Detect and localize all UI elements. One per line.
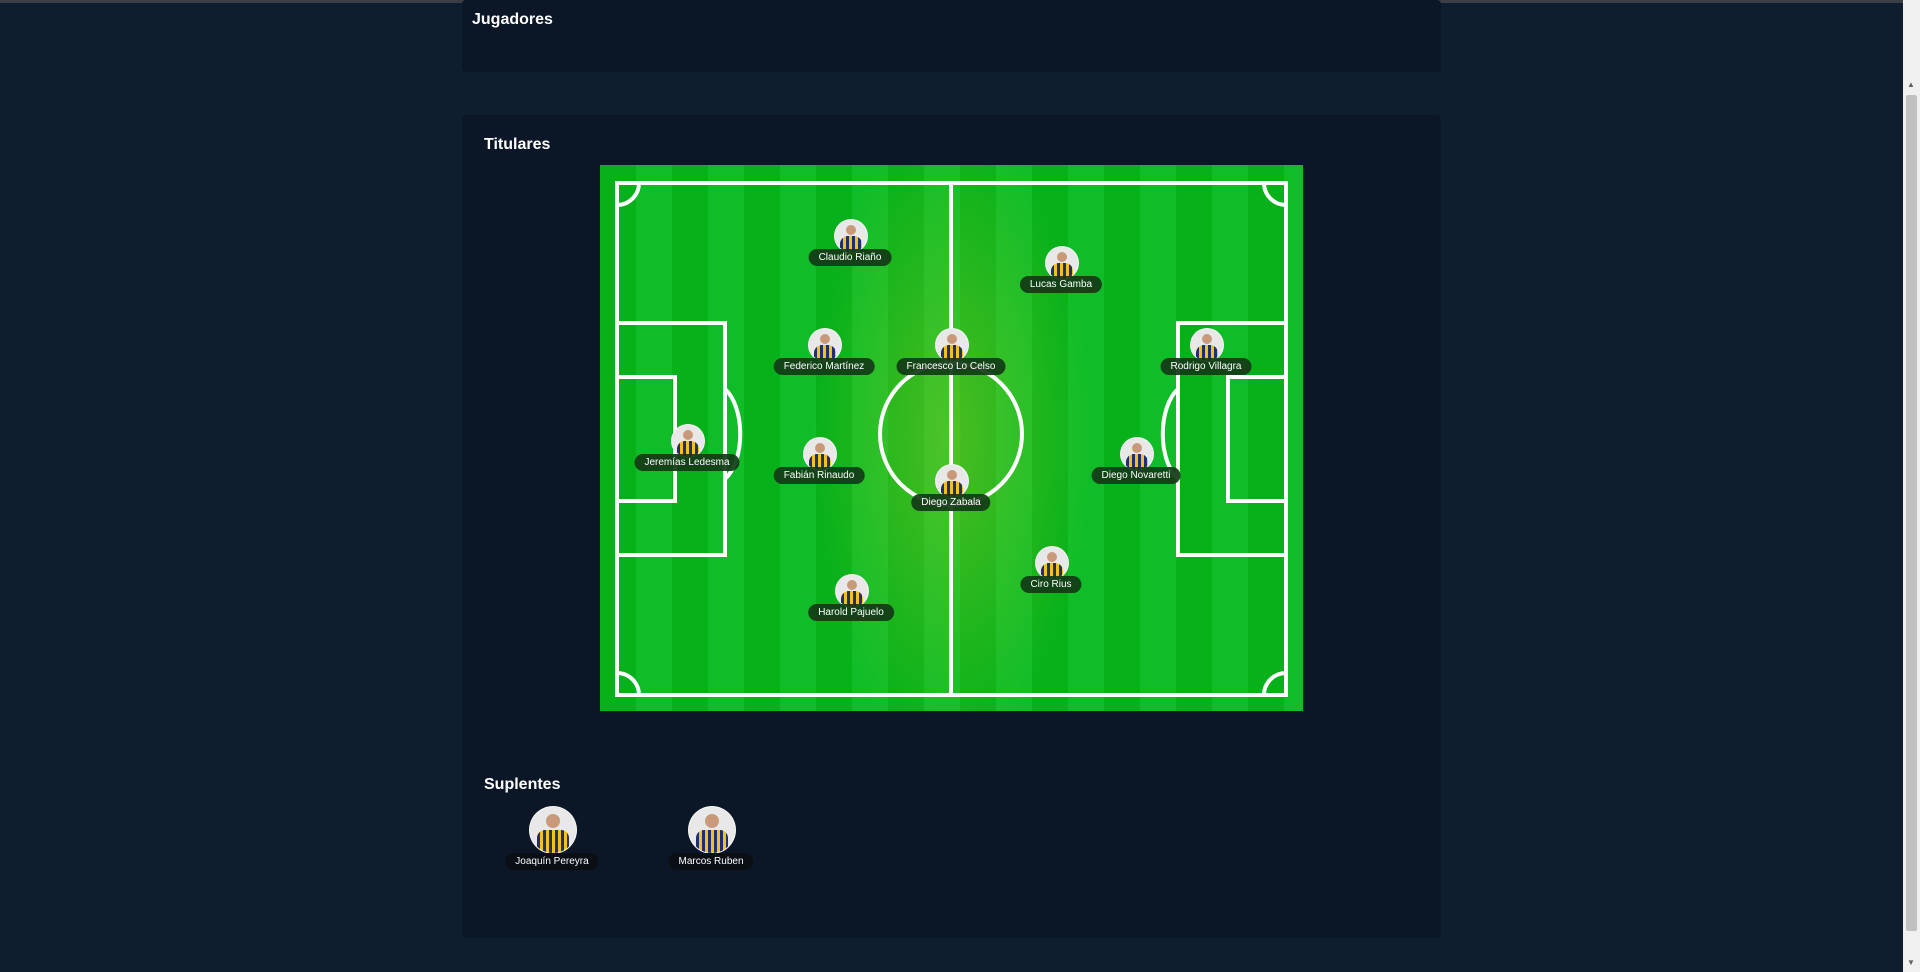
player-name: Marcos Ruben [668, 853, 754, 870]
titulares-title: Titulares [484, 136, 551, 153]
player-avatar [834, 219, 868, 253]
player-avatar [803, 437, 837, 471]
player-avatar [835, 574, 869, 608]
player-name: Joaquín Pereyra [505, 853, 599, 870]
player-avatar [935, 464, 969, 498]
suplentes-title: Suplentes [484, 776, 561, 793]
player-avatar [688, 806, 736, 854]
page-scrollbar[interactable]: ▲ ▼ [1903, 0, 1920, 972]
player-avatar [935, 328, 969, 362]
player-name: Federico Martínez [773, 358, 875, 375]
scroll-up-arrow-icon[interactable]: ▲ [1907, 80, 1915, 89]
player-name: Ciro Rius [1020, 576, 1082, 593]
player-name: Rodrigo Villagra [1160, 358, 1252, 375]
pitch-lines [615, 181, 1288, 697]
player-avatar [1035, 546, 1069, 580]
player-name: Harold Pajuelo [808, 604, 894, 621]
player-name: Claudio Riaño [808, 249, 892, 266]
player-avatar [808, 328, 842, 362]
player-name: Diego Zabala [911, 494, 991, 511]
player-name: Diego Novaretti [1091, 467, 1181, 484]
player-name: Fabián Rinaudo [773, 467, 865, 484]
jugadores-card: Jugadores [462, 0, 1441, 72]
lineup-card: Titulares Claudio Riaño Lucas Gamba Fede… [462, 115, 1441, 938]
player-avatar [1120, 437, 1154, 471]
player-avatar [1190, 328, 1224, 362]
player-name: Jeremías Ledesma [634, 454, 740, 471]
player-name: Lucas Gamba [1019, 276, 1103, 293]
player-avatar [1045, 246, 1079, 280]
scroll-down-arrow-icon[interactable]: ▼ [1907, 958, 1915, 967]
player-avatar [529, 806, 577, 854]
scrollbar-thumb[interactable] [1906, 95, 1917, 931]
player-name: Francesco Lo Celso [896, 358, 1006, 375]
football-pitch: Claudio Riaño Lucas Gamba Federico Martí… [600, 165, 1303, 711]
player-avatar [671, 424, 705, 458]
jugadores-title: Jugadores [472, 11, 553, 28]
